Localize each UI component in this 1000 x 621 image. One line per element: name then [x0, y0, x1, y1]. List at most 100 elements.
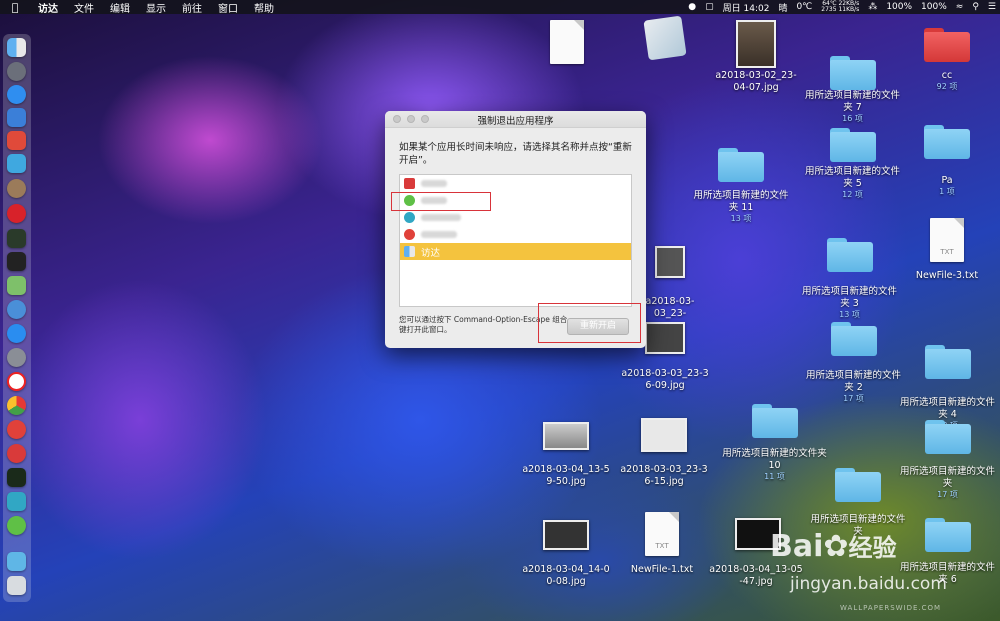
finder-icon[interactable] [7, 38, 26, 57]
menu-go[interactable]: 前往 [174, 0, 210, 15]
item-label: 用所选项目新建的文件夹 2 [806, 370, 902, 393]
wechat-helper-icon[interactable] [7, 492, 26, 511]
desktop-folder-pa[interactable]: Pa 1 项 [918, 125, 976, 197]
migration-icon[interactable] [7, 154, 26, 173]
weather-text: 晴 [778, 3, 788, 14]
image-thumbnail [543, 520, 589, 550]
watermark-brand-cn: 经验 [848, 534, 897, 562]
highlight-box-app [391, 192, 491, 211]
desktop-app[interactable] [643, 15, 687, 61]
desktop-folder[interactable]: 用所选项目新建的文件夹 11 13 项 [692, 148, 790, 224]
safari-icon[interactable] [7, 85, 26, 104]
highlight-box-button [538, 303, 641, 343]
spotlight-icon[interactable]: ⚲ [972, 2, 979, 12]
wechat-status-icon[interactable]: ● [688, 2, 696, 12]
app-row[interactable] [400, 175, 631, 192]
menu-app-name[interactable]: 访达 [30, 0, 66, 15]
yandex-icon[interactable] [7, 372, 26, 391]
item-label: a2018-03-02_23-04-07.jpg [715, 70, 797, 93]
chrome-icon[interactable] [7, 396, 26, 415]
menu-window[interactable]: 窗口 [210, 0, 246, 15]
wallpaper-source: WALLPAPERSWIDE.COM [840, 604, 942, 612]
item-label: a2018-03-03_23-36-15.jpg [620, 464, 708, 487]
desktop-folder[interactable]: 用所选项目新建的文件夹 17 项 [900, 420, 995, 500]
dialog-titlebar: 强制退出应用程序 [385, 111, 646, 128]
menu-edit[interactable]: 编辑 [102, 0, 138, 15]
item-label: 用所选项目新建的文件夹 7 [805, 90, 901, 113]
desktop-folder[interactable]: 用所选项目新建的文件夹 4 18 项 [900, 345, 995, 431]
finder-icon [404, 246, 415, 257]
item-label: Pa [941, 175, 953, 186]
menu-view[interactable]: 显示 [138, 0, 174, 15]
display-icon[interactable]: ▢ [705, 2, 714, 12]
item-count: 17 项 [843, 394, 864, 403]
app-row[interactable] [400, 226, 631, 243]
desktop-folder[interactable]: 用所选项目新建的文件夹 5 12 项 [805, 128, 900, 200]
bluetooth-icon[interactable]: ⁂ [868, 2, 877, 12]
datetime[interactable]: 周日 14:02 [723, 1, 770, 14]
trash-icon[interactable] [7, 576, 26, 595]
item-label: 用所选项目新建的文件夹 3 [802, 286, 898, 309]
folder-icon[interactable] [7, 552, 26, 571]
item-label: NewFile-3.txt [915, 270, 979, 281]
item-label: 用所选项目新建的文件夹 11 [693, 190, 789, 213]
desktop-folder-cc[interactable]: cc 92 项 [918, 28, 976, 92]
desktop-image[interactable]: a2018-03-03_23- [640, 246, 700, 320]
activity-icon[interactable] [7, 229, 26, 248]
music-icon[interactable] [7, 131, 26, 150]
appstore-icon[interactable] [7, 324, 26, 343]
image-thumbnail [645, 322, 685, 354]
desktop-folder[interactable]: 用所选项目新建的文件夹 3 13 项 [802, 238, 897, 320]
app-icon [643, 15, 687, 61]
terminal-icon[interactable] [7, 252, 26, 271]
temperature-text: 0℃ [796, 2, 813, 12]
launchpad-icon[interactable] [7, 62, 26, 81]
maps-icon[interactable] [7, 276, 26, 295]
doc-badge: TXT [940, 248, 954, 256]
desktop-folder[interactable]: 用所选项目新建的文件夹 7 16 项 [805, 56, 900, 124]
app-row[interactable] [400, 209, 631, 226]
item-label: a2018-03-04_13-59-50.jpg [522, 464, 610, 487]
preview-icon[interactable] [7, 108, 26, 127]
wechat-helper-icon [404, 212, 415, 223]
desktop-image[interactable]: a2018-03-04_13-59-50.jpg [520, 422, 612, 488]
netease-music-icon[interactable] [7, 204, 26, 223]
menu-file[interactable]: 文件 [66, 0, 102, 15]
item-count: 12 项 [842, 190, 863, 199]
stats-widget[interactable]: 64℃ 22KB/s 2735 11KB/s [821, 1, 859, 13]
item-label: 用所选项目新建的文件夹 [900, 466, 996, 489]
doc-badge: TXT [655, 542, 669, 550]
item-label: a2018-03-04_14-00-08.jpg [522, 564, 610, 587]
desktop-folder[interactable]: 用所选项目新建的文件夹 2 17 项 [806, 322, 901, 404]
item-count: 16 项 [842, 114, 863, 123]
desktop-doc-newfile1[interactable]: TXT NewFile-1.txt [622, 512, 702, 576]
image-thumbnail [641, 418, 687, 452]
item-count: 13 项 [730, 214, 752, 223]
weibo-icon [404, 229, 415, 240]
notification-center-icon[interactable]: ☰ [988, 2, 996, 12]
stats-bottom: 2735 11KB/s [821, 6, 860, 13]
desktop-image[interactable]: a2018-03-02_23-04-07.jpg [706, 20, 806, 94]
menu-help[interactable]: 帮助 [246, 0, 282, 15]
apple-menu-icon[interactable]:  [0, 1, 30, 14]
desktop-image[interactable]: a2018-03-04_14-00-08.jpg [520, 520, 612, 588]
desktop-doc[interactable] [545, 20, 589, 64]
photo-icon[interactable] [7, 179, 26, 198]
desktop-image[interactable]: a2018-03-03_23-36-15.jpg [618, 418, 710, 488]
vivaldi-icon[interactable] [7, 444, 26, 463]
dock [3, 34, 31, 602]
settings-icon[interactable] [7, 348, 26, 367]
battery-percent-1[interactable]: 100% [886, 2, 912, 12]
app-row-selected[interactable]: 访达 [400, 243, 631, 260]
baidu-watermark: Bai✿经验 [770, 528, 897, 564]
dialog-title: 强制退出应用程序 [477, 116, 554, 127]
battery-percent-2[interactable]: 100% [921, 2, 947, 12]
mail-icon[interactable] [7, 300, 26, 319]
iterm-icon[interactable] [7, 468, 26, 487]
desktop-doc-newfile3[interactable]: TXT NewFile-3.txt [906, 218, 988, 282]
wifi-icon[interactable]: ≈ [956, 2, 964, 12]
weibo-icon[interactable] [7, 420, 26, 439]
app-name-blurred [421, 214, 461, 221]
wechat-icon[interactable] [7, 516, 26, 535]
app-name-blurred [421, 231, 457, 238]
